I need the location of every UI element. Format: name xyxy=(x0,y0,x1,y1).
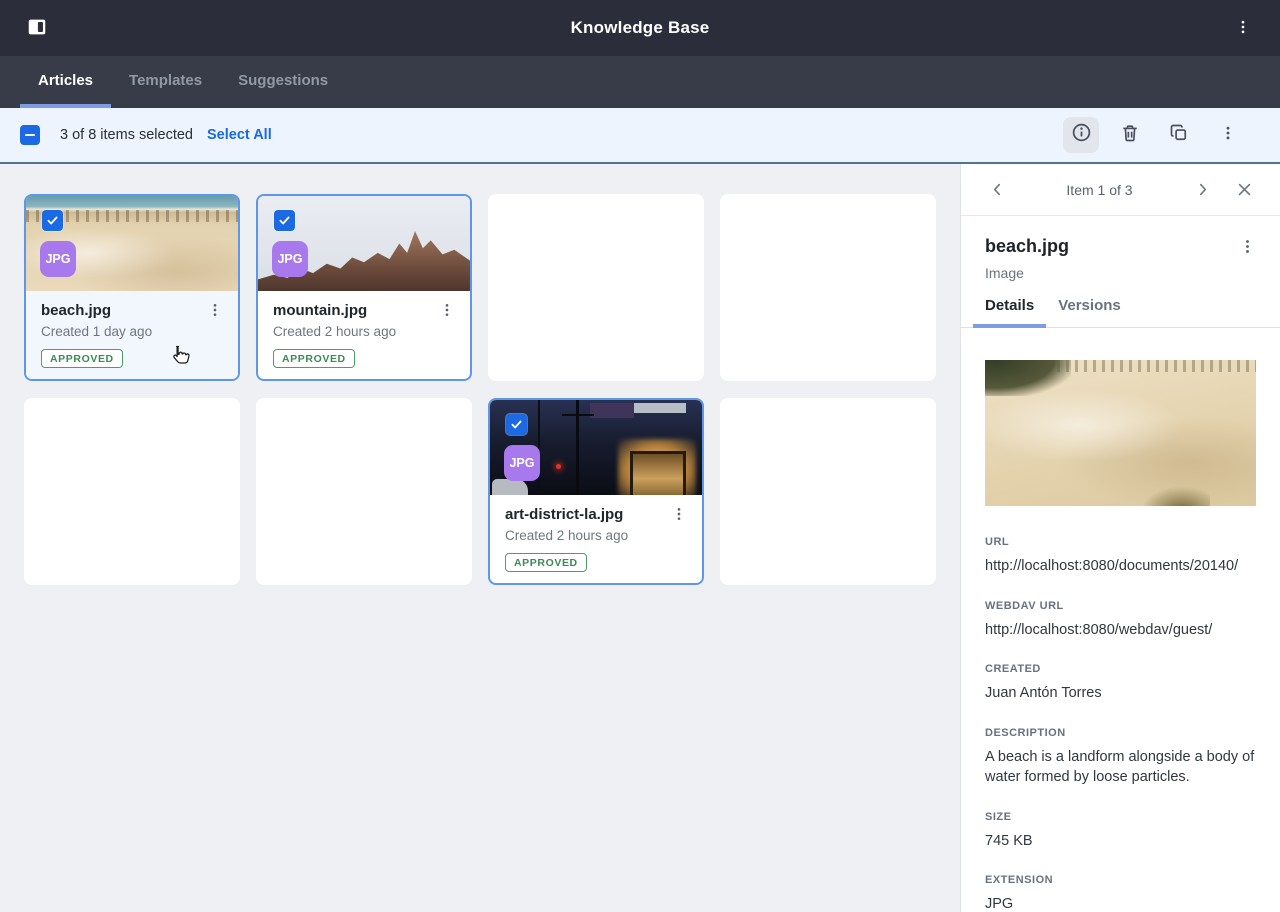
card-mountain[interactable]: JPG mountain.jpg Created 2 hours ago APP… xyxy=(256,194,472,381)
card-title: beach.jpg xyxy=(41,302,111,319)
file-type-badge: JPG xyxy=(40,241,76,277)
pager-label: Item 1 of 3 xyxy=(1011,182,1188,198)
field-label: EXTENSION xyxy=(985,874,1256,886)
selection-status: 3 of 8 items selected xyxy=(60,127,193,143)
field-value: Juan Antón Torres xyxy=(985,683,1256,704)
panel-tabs: Details Versions xyxy=(961,297,1280,328)
card-title: art-district-la.jpg xyxy=(505,506,623,523)
select-all-checkbox[interactable] xyxy=(20,125,40,145)
selection-toolbar: 3 of 8 items selected Select All xyxy=(0,108,1280,164)
kebab-vertical-icon xyxy=(1219,124,1237,147)
card-checkbox[interactable] xyxy=(506,414,527,435)
status-badge: APPROVED xyxy=(505,553,587,572)
card-empty[interactable] xyxy=(24,398,240,585)
header-overflow-button[interactable] xyxy=(1226,11,1260,45)
chevron-left-icon xyxy=(989,181,1006,198)
status-badge: APPROVED xyxy=(41,349,123,368)
card-overflow-button[interactable] xyxy=(671,506,687,522)
toolbar-overflow-button[interactable] xyxy=(1210,117,1246,153)
duplicate-button[interactable] xyxy=(1161,117,1197,153)
status-badge: APPROVED xyxy=(273,349,355,368)
field-url: URL http://localhost:8080/documents/2014… xyxy=(985,536,1256,577)
card-checkbox[interactable] xyxy=(42,210,63,231)
panel-item-title: beach.jpg xyxy=(985,236,1069,257)
info-icon xyxy=(1071,122,1092,148)
card-created: Created 2 hours ago xyxy=(505,528,687,543)
panel-pager: Item 1 of 3 xyxy=(961,164,1280,216)
field-label: DESCRIPTION xyxy=(985,727,1256,739)
select-all-link[interactable]: Select All xyxy=(207,127,272,143)
details-panel: Item 1 of 3 beach.jpg Image Details Vers… xyxy=(960,164,1280,912)
field-value: http://localhost:8080/documents/20140/ xyxy=(985,556,1256,577)
file-type-badge: JPG xyxy=(504,445,540,481)
card-grid: JPG beach.jpg Created 1 day ago APPROVED xyxy=(0,164,960,912)
card-overflow-button[interactable] xyxy=(207,302,223,318)
copy-icon xyxy=(1169,123,1189,148)
app-header: Knowledge Base xyxy=(0,0,1280,56)
card-empty[interactable] xyxy=(488,194,704,381)
field-size: SIZE 745 KB xyxy=(985,811,1256,852)
kebab-vertical-icon xyxy=(671,506,687,522)
card-checkbox[interactable] xyxy=(274,210,295,231)
card-art-district[interactable]: JPG art-district-la.jpg Created 2 hours … xyxy=(488,398,704,585)
item-fields: URL http://localhost:8080/documents/2014… xyxy=(961,506,1280,912)
card-empty[interactable] xyxy=(720,398,936,585)
tab-articles[interactable]: Articles xyxy=(20,56,111,108)
tab-suggestions[interactable]: Suggestions xyxy=(220,56,346,108)
field-label: WEBDAV URL xyxy=(985,600,1256,612)
tab-details[interactable]: Details xyxy=(973,297,1046,328)
field-created: CREATED Juan Antón Torres xyxy=(985,663,1256,704)
chevron-right-icon xyxy=(1194,181,1211,198)
field-value: JPG xyxy=(985,894,1256,912)
delete-button[interactable] xyxy=(1112,117,1148,153)
field-description: DESCRIPTION A beach is a landform alongs… xyxy=(985,727,1256,788)
field-value: 745 KB xyxy=(985,831,1256,852)
card-beach[interactable]: JPG beach.jpg Created 1 day ago APPROVED xyxy=(24,194,240,381)
item-preview-image xyxy=(985,360,1256,506)
file-type-badge: JPG xyxy=(272,241,308,277)
page-title: Knowledge Base xyxy=(571,18,710,38)
card-empty[interactable] xyxy=(720,194,936,381)
trash-icon xyxy=(1120,123,1140,148)
field-value: A beach is a landform alongside a body o… xyxy=(985,747,1256,788)
panel-overflow-button[interactable] xyxy=(1239,238,1256,255)
field-label: CREATED xyxy=(985,663,1256,675)
info-button[interactable] xyxy=(1063,117,1099,153)
field-value: http://localhost:8080/webdav/guest/ xyxy=(985,620,1256,641)
check-icon xyxy=(278,214,291,227)
prev-item-button[interactable] xyxy=(983,176,1011,204)
tab-versions[interactable]: Versions xyxy=(1046,297,1133,328)
indeterminate-icon xyxy=(25,134,35,136)
sidebar-toggle-button[interactable] xyxy=(20,11,54,45)
field-extension: EXTENSION JPG xyxy=(985,874,1256,912)
card-title: mountain.jpg xyxy=(273,302,367,319)
field-label: SIZE xyxy=(985,811,1256,823)
kebab-vertical-icon xyxy=(207,302,223,318)
check-icon xyxy=(510,418,523,431)
kebab-vertical-icon xyxy=(439,302,455,318)
tab-templates[interactable]: Templates xyxy=(111,56,220,108)
kebab-vertical-icon xyxy=(1234,18,1252,39)
field-label: URL xyxy=(985,536,1256,548)
field-webdav-url: WEBDAV URL http://localhost:8080/webdav/… xyxy=(985,600,1256,641)
next-item-button[interactable] xyxy=(1188,176,1216,204)
kebab-vertical-icon xyxy=(1239,238,1256,255)
close-panel-button[interactable] xyxy=(1230,176,1258,204)
main-tabs: Articles Templates Suggestions xyxy=(0,56,1280,108)
check-icon xyxy=(46,214,59,227)
card-created: Created 2 hours ago xyxy=(273,324,455,339)
panel-item-type: Image xyxy=(961,257,1280,281)
card-overflow-button[interactable] xyxy=(439,302,455,318)
panel-left-icon xyxy=(26,16,48,41)
card-empty[interactable] xyxy=(256,398,472,585)
close-icon xyxy=(1236,181,1253,198)
card-created: Created 1 day ago xyxy=(41,324,223,339)
